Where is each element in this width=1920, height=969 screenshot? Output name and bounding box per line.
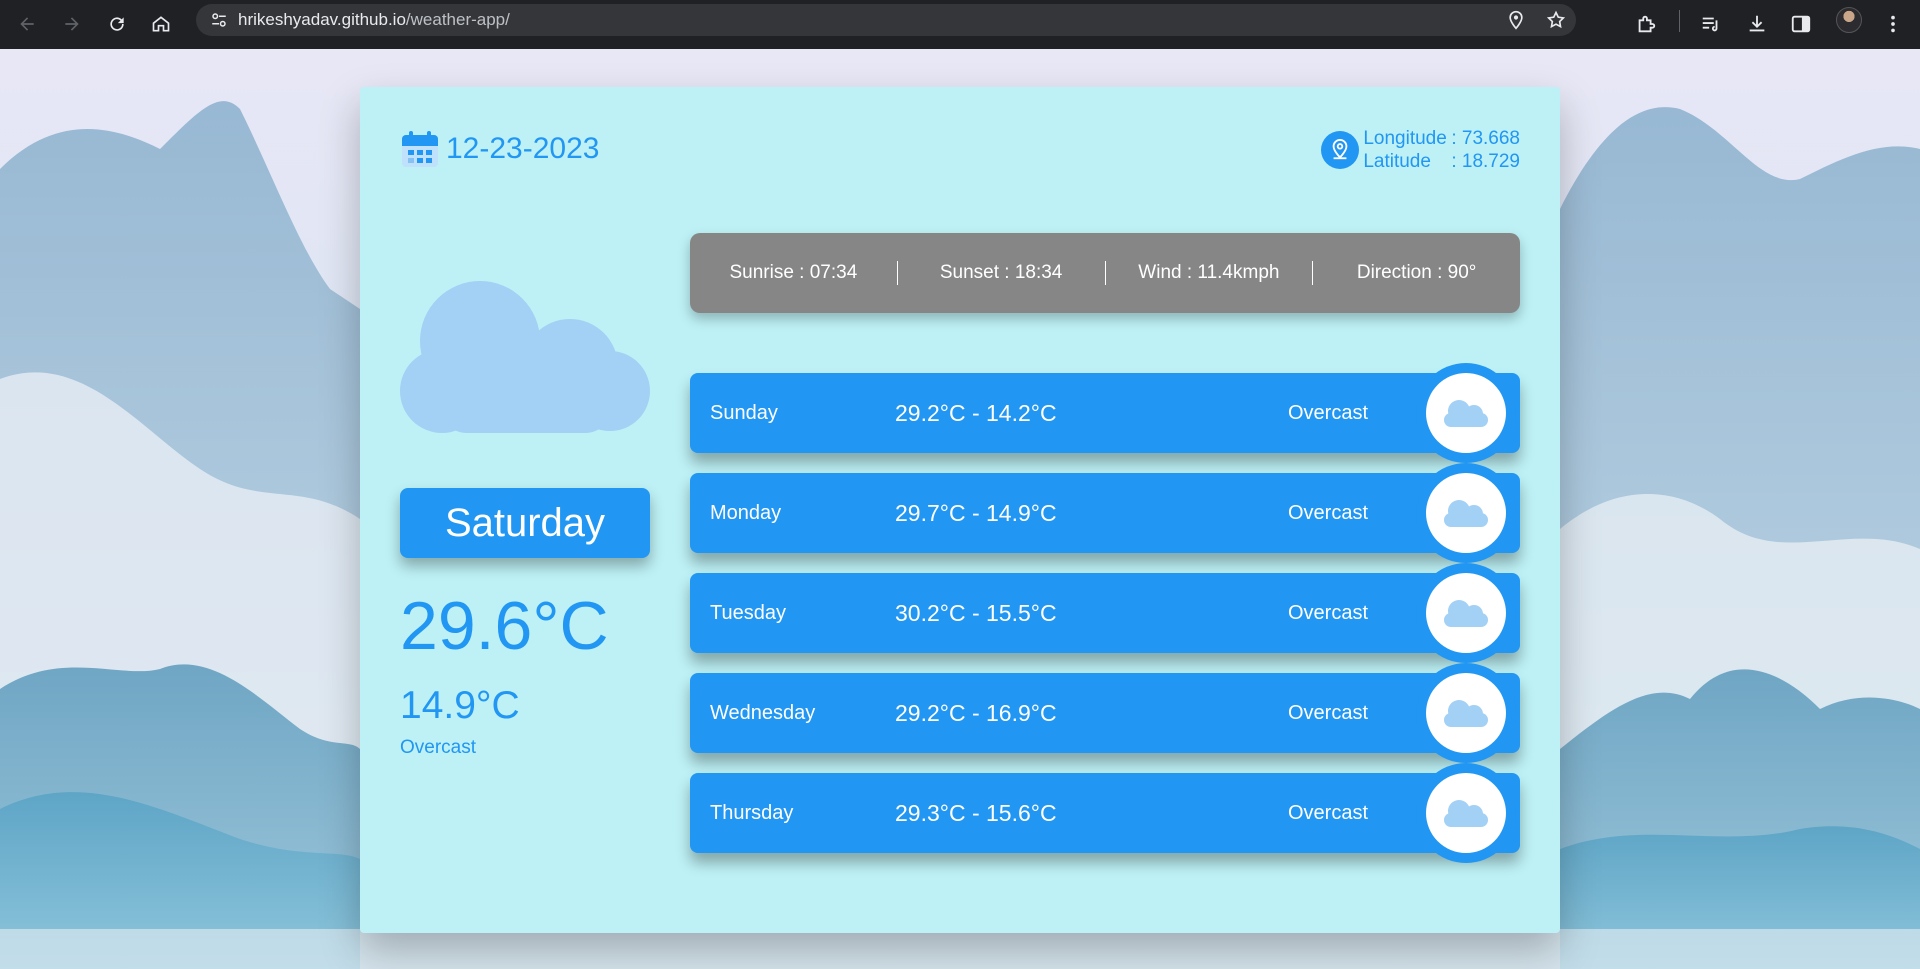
cloud-icon (1444, 700, 1488, 727)
extensions-button[interactable] (1629, 7, 1663, 41)
more-vertical-icon (1891, 15, 1895, 33)
forecast-condition: Overcast (1288, 401, 1369, 424)
forecast-day: Wednesday (710, 701, 816, 724)
wind-stat: Wind : 11.4kmph (1138, 262, 1280, 283)
longitude-line: Longitude: 73.668 (1363, 127, 1520, 150)
star-icon (1546, 10, 1566, 29)
current-day-badge: Saturday (400, 488, 650, 558)
toolbar-separator (1679, 10, 1680, 32)
forecast-range: 29.2°C - 14.2°C (895, 399, 1057, 426)
forecast-day: Thursday (710, 801, 794, 824)
forecast-row-thursday: Thursday 29.3°C - 15.6°C Overcast (690, 763, 1520, 863)
site-info-button[interactable] (204, 5, 234, 35)
forecast-icon-ring (1416, 563, 1516, 663)
latitude-value: : 18.729 (1451, 151, 1520, 172)
forward-button[interactable] (55, 7, 89, 41)
url-host: hrikeshyadav.github.io (238, 10, 406, 29)
cloud-icon (1444, 600, 1488, 627)
playlist-music-icon (1702, 17, 1718, 32)
cloud-icon (1444, 500, 1488, 527)
download-icon (1749, 15, 1765, 32)
forecast-condition: Overcast (1288, 701, 1369, 724)
longitude-label: Longitude (1363, 128, 1447, 149)
latitude-label: Latitude (1363, 151, 1431, 172)
forecast-range: 30.2°C - 15.5°C (895, 599, 1057, 626)
current-temperature: 29.6°C (400, 588, 609, 664)
sun-wind-stats: Sunrise : 07:34 Sunset : 18:34 Wind : 11… (690, 233, 1520, 313)
profile-avatar[interactable] (1836, 7, 1862, 33)
forecast-range: 29.2°C - 16.9°C (895, 699, 1057, 726)
side-panel-icon (1791, 15, 1811, 33)
forecast-range: 29.7°C - 14.9°C (895, 499, 1057, 526)
cloud-icon (400, 281, 650, 433)
bookmark-button[interactable] (1536, 4, 1576, 36)
current-condition: Overcast (400, 737, 477, 758)
forecast-icon-ring (1416, 763, 1516, 863)
forecast-day: Tuesday (710, 601, 786, 624)
forecast-icon-ring (1416, 363, 1516, 463)
forecast-row-monday: Monday 29.7°C - 14.9°C Overcast (690, 463, 1520, 563)
arrow-left-icon (20, 17, 34, 31)
location-permission-button[interactable] (1496, 4, 1536, 36)
home-button[interactable] (144, 7, 178, 41)
forecast-condition: Overcast (1288, 601, 1369, 624)
forecast-day: Monday (710, 501, 782, 524)
forecast-condition: Overcast (1288, 801, 1369, 824)
browser-menu-button[interactable] (1876, 7, 1910, 41)
forecast-range: 29.3°C - 15.6°C (895, 799, 1057, 826)
min-temperature: 14.9°C (400, 684, 520, 727)
direction-stat: Direction : 90° (1356, 262, 1477, 283)
forecast-day: Sunday (710, 401, 778, 424)
forecast-row-tuesday: Tuesday 30.2°C - 15.5°C Overcast (690, 563, 1520, 663)
forecast-list: Sunday 29.2°C - 14.2°C Overcast Monday 2… (690, 363, 1520, 873)
url-path: /weather-app/ (405, 10, 510, 29)
forecast-row-wednesday: Wednesday 29.2°C - 16.9°C Overcast (690, 663, 1520, 763)
pin-glyph-icon (1332, 138, 1348, 160)
location-pin-icon (1509, 10, 1523, 30)
reload-icon (110, 17, 124, 31)
forecast-condition: Overcast (1288, 501, 1369, 524)
calendar-icon (402, 131, 438, 167)
sunrise-stat: Sunrise : 07:34 (729, 262, 858, 283)
sunset-stat: Sunset : 18:34 (939, 262, 1063, 283)
weather-card: 12-23-2023 Longitude: 73.668 Latitude : 1… (360, 87, 1560, 933)
url-text[interactable]: hrikeshyadav.github.io/weather-app/ (238, 10, 510, 30)
cloud-icon (1444, 800, 1488, 827)
arrow-right-icon (65, 17, 79, 31)
latitude-line: Latitude : 18.729 (1363, 150, 1520, 173)
puzzle-icon (1638, 15, 1656, 33)
reload-button[interactable] (100, 7, 134, 41)
back-button[interactable] (10, 7, 44, 41)
cloud-icon (1444, 400, 1488, 427)
downloads-button[interactable] (1740, 7, 1774, 41)
tune-icon (212, 13, 226, 27)
side-panel-button[interactable] (1784, 7, 1818, 41)
forecast-icon-ring (1416, 663, 1516, 763)
location-icon (1321, 131, 1360, 169)
forecast-icon-ring (1416, 463, 1516, 563)
coordinates: Longitude: 73.668 Latitude : 18.729 (1321, 127, 1520, 173)
home-icon (152, 16, 170, 32)
browser-toolbar: hrikeshyadav.github.io/weather-app/ (0, 0, 1920, 49)
forecast-row-sunday: Sunday 29.2°C - 14.2°C Overcast (690, 363, 1520, 463)
longitude-value: : 73.668 (1451, 128, 1520, 149)
media-controls-button[interactable] (1694, 7, 1728, 41)
date-display: 12-23-2023 (400, 129, 599, 169)
date-text: 12-23-2023 (446, 132, 600, 165)
address-bar[interactable]: hrikeshyadav.github.io/weather-app/ (196, 4, 1576, 36)
